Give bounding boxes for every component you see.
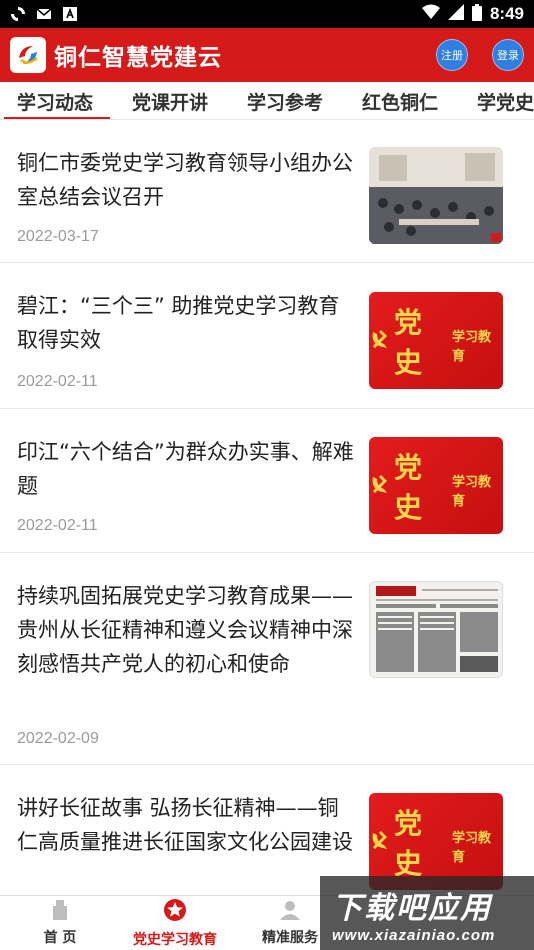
tab-study-reference[interactable]: 学习参考 — [247, 88, 323, 115]
news-thumbnail — [369, 147, 503, 244]
news-title: 讲好长征故事 弘扬长征精神——铜仁高质量推进长征国家文化公园建设 — [17, 796, 353, 854]
watermark: 下载吧应用 www.xiazainiao.com — [320, 876, 534, 950]
thumb-subtitle: 学习教育 — [451, 329, 491, 364]
status-icons-left — [10, 6, 78, 22]
status-bar: 8:49 — [0, 0, 534, 28]
tab-red-tongren[interactable]: 红色铜仁 — [362, 88, 438, 115]
status-icons-right: 8:49 — [421, 3, 524, 25]
nav-home[interactable]: 首 页 — [20, 896, 100, 950]
news-date: 2022-03-17 — [17, 228, 99, 245]
tab-study-news[interactable]: 学习动态 — [17, 88, 93, 115]
nav-precise-service[interactable]: 精准服务 — [250, 896, 330, 950]
wifi-icon — [421, 4, 440, 24]
thumb-subtitle: 学习教育 — [451, 830, 491, 865]
status-time: 8:49 — [489, 4, 524, 23]
watermark-url: www.xiazainiao.com — [332, 926, 496, 944]
app-logo-icon — [10, 37, 46, 73]
sync-icon — [10, 6, 26, 22]
news-date: 2022-02-11 — [17, 517, 98, 534]
thumb-title: 党史 — [394, 450, 423, 524]
thumb-subtitle: 学习教育 — [451, 474, 491, 509]
watermark-title: 下载吧应用 — [332, 890, 492, 926]
home-icon — [49, 900, 71, 924]
nav-party-history-label: 党史学习教育 — [133, 932, 217, 948]
register-button[interactable]: 注册 — [436, 39, 468, 71]
news-title: 铜仁市委党史学习教育领导小组办公室总结会议召开 — [17, 151, 353, 209]
news-title: 碧江：“三个三” 助推党史学习教育取得实效 — [17, 294, 340, 352]
news-thumbnail: 党史 学习教育 — [369, 292, 503, 389]
news-thumbnail — [369, 581, 503, 678]
nav-precise-service-label: 精准服务 — [262, 930, 318, 946]
app-title: 铜仁智慧党建云 — [54, 45, 222, 71]
signal-icon — [447, 4, 464, 24]
news-title: 印江“六个结合”为群众办实事、解难题 — [17, 440, 354, 498]
nav-party-history[interactable]: 党史学习教育 — [120, 896, 230, 950]
news-item[interactable]: 铜仁市委党史学习教育领导小组办公室总结会议召开 2022-03-17 — [0, 120, 534, 263]
app-header: 铜仁智慧党建云 注册 登录 — [0, 28, 534, 82]
mail-icon — [36, 6, 52, 22]
nav-home-label: 首 页 — [43, 930, 77, 946]
thumb-title: 党史 — [394, 305, 423, 379]
news-item[interactable]: 持续巩固拓展党史学习教育成果——贵州从长征精神和遵义会议精神中深刻感悟共产党人的… — [0, 553, 534, 765]
news-title: 持续巩固拓展党史学习教育成果——贵州从长征精神和遵义会议精神中深刻感悟共产党人的… — [17, 584, 353, 676]
news-date: 2022-02-09 — [17, 730, 99, 747]
thumb-title: 党史 — [394, 806, 423, 880]
person-icon — [278, 900, 302, 924]
header-actions: 注册 登录 — [436, 39, 524, 71]
tab-party-history[interactable]: 学党史 — [477, 88, 534, 115]
battery-icon — [471, 3, 482, 25]
news-item[interactable]: 印江“六个结合”为群众办实事、解难题 2022-02-11 党史 学习教育 — [0, 409, 534, 553]
hammer-sickle-icon — [369, 829, 391, 855]
news-list: 铜仁市委党史学习教育领导小组办公室总结会议召开 2022-03-17 碧江：“三… — [0, 120, 534, 895]
news-date: 2022-02-11 — [17, 373, 98, 390]
hammer-sickle-icon — [369, 328, 391, 354]
text-app-icon — [62, 6, 78, 22]
tab-party-lecture[interactable]: 党课开讲 — [132, 88, 208, 115]
category-tabs: 学习动态 党课开讲 学习参考 红色铜仁 学党史 — [0, 82, 534, 120]
news-item[interactable]: 碧江：“三个三” 助推党史学习教育取得实效 2022-02-11 党史 学习教育 — [0, 263, 534, 409]
news-thumbnail: 党史 学习教育 — [369, 437, 503, 534]
login-button[interactable]: 登录 — [492, 39, 524, 71]
hammer-sickle-icon — [369, 473, 391, 499]
star-badge-icon — [163, 898, 187, 926]
